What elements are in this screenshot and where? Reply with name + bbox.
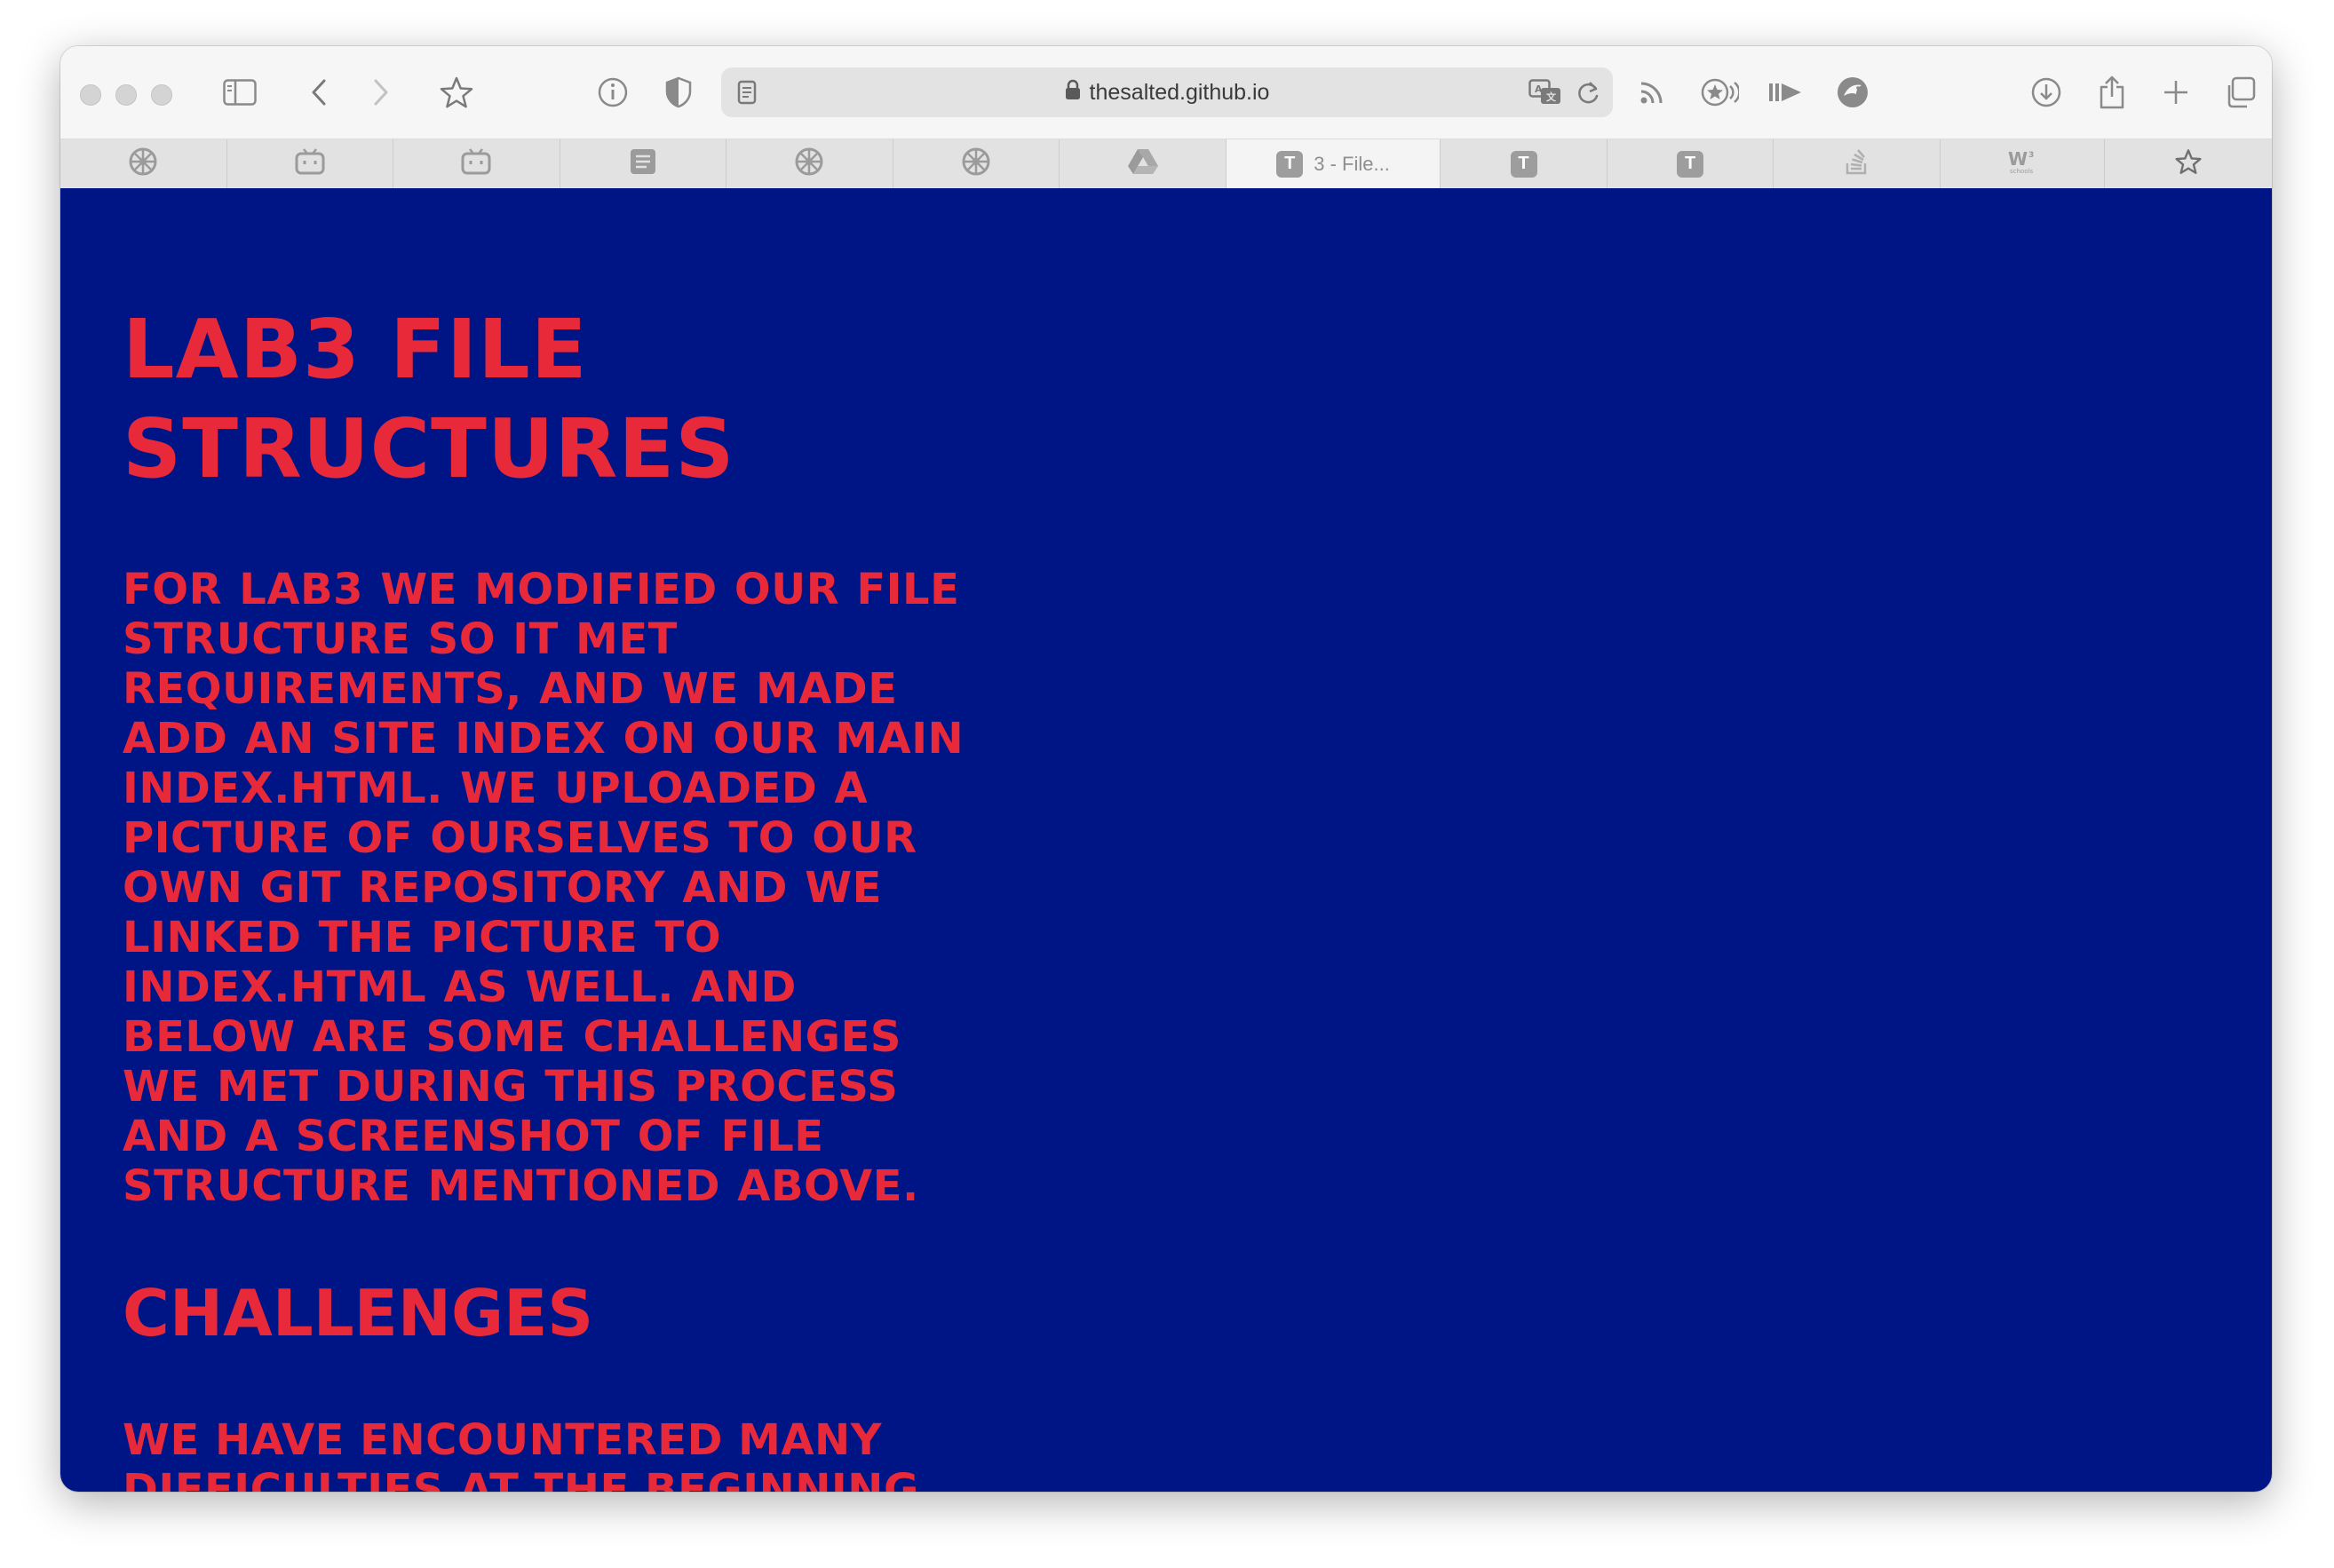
page-content: LAB3 FILE STRUCTURES FOR LAB3 WE MODIFIE… (60, 188, 2272, 1492)
svg-text:文: 文 (1546, 91, 1557, 103)
tab-gear-3[interactable] (893, 139, 1060, 188)
page-title: LAB3 FILE STRUCTURES (123, 302, 735, 496)
tab-bilibili-2[interactable] (393, 139, 560, 188)
share-icon[interactable] (2094, 73, 2130, 112)
svg-text:W: W (2008, 148, 2028, 170)
svg-text:A: A (1535, 83, 1543, 95)
bookmark-star-icon[interactable] (437, 73, 476, 112)
bilibili-tv-icon (295, 147, 325, 180)
extension-star-audio-icon[interactable] (1700, 73, 1739, 112)
document-lines-icon (629, 147, 657, 180)
privacy-shield-icon[interactable] (661, 73, 696, 112)
tab-label: 3 - File... (1314, 152, 1390, 175)
t-badge-icon: T (1276, 150, 1304, 178)
w3schools-icon: W 3 schools (2005, 147, 2040, 180)
tab-overview-icon[interactable] (2222, 73, 2258, 112)
tab-google-drive[interactable] (1060, 139, 1227, 188)
browser-window: thesalted.github.io A文 T 3 - File... T T… (60, 46, 2272, 1492)
tab-document[interactable] (560, 139, 727, 188)
forward-chevron-icon[interactable] (368, 73, 394, 112)
info-icon[interactable] (595, 73, 631, 112)
back-chevron-icon[interactable] (306, 73, 332, 112)
t-badge-icon: T (1510, 150, 1537, 178)
zoom-window-button[interactable] (151, 84, 172, 106)
tab-w3schools[interactable]: W 3 schools (1941, 139, 2106, 188)
translate-icon[interactable]: A文 (1528, 73, 1563, 112)
tab-gear-1[interactable] (60, 139, 227, 188)
gear-wheel-icon (794, 147, 824, 181)
extension-bird-icon[interactable] (1833, 73, 1872, 112)
reload-icon[interactable] (1572, 73, 1604, 112)
browser-toolbar: thesalted.github.io A文 (60, 46, 2272, 139)
gear-wheel-icon (961, 147, 991, 181)
tab-active-file-structures[interactable]: T 3 - File... (1226, 139, 1441, 188)
minimize-window-button[interactable] (115, 84, 137, 106)
close-window-button[interactable] (80, 84, 101, 106)
tab-bilibili-1[interactable] (227, 139, 394, 188)
google-drive-icon (1127, 147, 1159, 180)
lock-icon (1065, 68, 1081, 118)
new-tab-plus-icon[interactable] (2158, 73, 2194, 112)
url-display: thesalted.github.io (721, 67, 1613, 117)
tab-bar: T 3 - File... T T W 3 schools (60, 139, 2272, 189)
svg-text:3: 3 (2028, 151, 2034, 160)
tab-t-2[interactable]: T (1608, 139, 1774, 188)
intro-paragraph: FOR LAB3 WE MODIFIED OUR FILE STRUCTURE … (123, 565, 965, 1211)
tab-t-1[interactable]: T (1441, 139, 1608, 188)
challenges-heading: CHALLENGES (123, 1276, 594, 1350)
address-bar[interactable]: thesalted.github.io A文 (721, 67, 1613, 117)
stack-overflow-icon (1844, 147, 1870, 180)
svg-text:schools: schools (2010, 168, 2033, 175)
downloads-icon[interactable] (2028, 73, 2064, 112)
tab-bookmark[interactable] (2105, 139, 2272, 188)
challenges-paragraph: WE HAVE ENCOUNTERED MANY DIFFICULTIES AT… (123, 1415, 919, 1492)
rss-feed-icon[interactable] (1634, 73, 1670, 112)
bookmark-star-icon (2174, 148, 2203, 179)
gear-wheel-icon (128, 147, 158, 181)
t-badge-icon: T (1677, 150, 1704, 178)
tab-stack-overflow[interactable] (1774, 139, 1941, 188)
sidebar-toggle-icon[interactable] (222, 73, 258, 112)
tab-gear-2[interactable] (726, 139, 893, 188)
url-text: thesalted.github.io (1089, 80, 1270, 105)
media-skip-icon[interactable] (1766, 73, 1805, 112)
bilibili-tv-icon (461, 147, 491, 180)
